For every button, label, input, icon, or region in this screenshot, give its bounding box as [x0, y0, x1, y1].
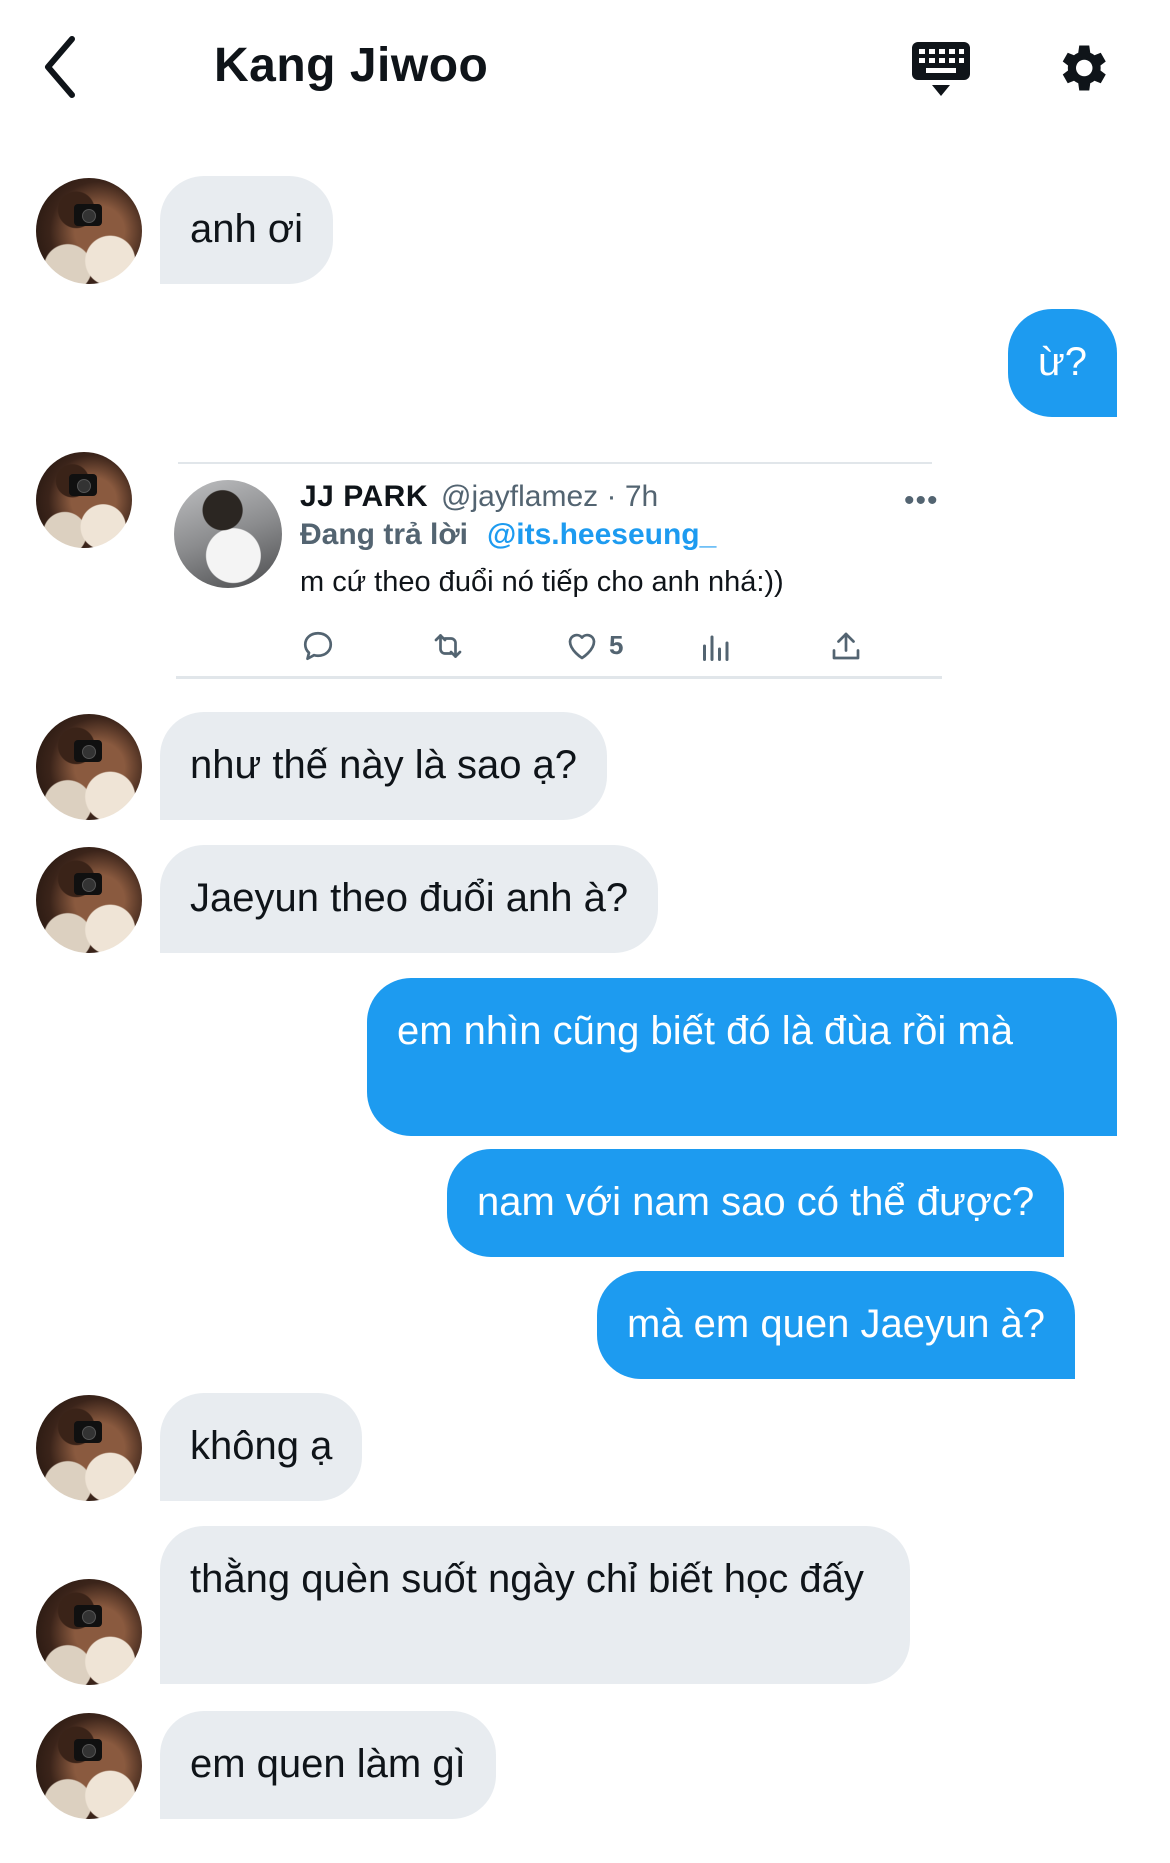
message-bubble[interactable]: mà em quen Jaeyun à? — [597, 1271, 1076, 1379]
message-bubble[interactable]: ừ? — [1008, 309, 1118, 417]
sender-avatar[interactable] — [36, 714, 142, 820]
sender-avatar[interactable] — [36, 1395, 142, 1501]
reply-icon[interactable] — [300, 628, 336, 664]
retweet-icon[interactable] — [430, 628, 466, 664]
message-bubble[interactable]: nam với nam sao có thể được? — [447, 1149, 1065, 1257]
sender-avatar[interactable] — [36, 1713, 142, 1819]
conversation-title: Kang Jiwoo — [214, 39, 489, 92]
sender-avatar[interactable] — [36, 847, 142, 953]
tweet-card-bottom-divider — [176, 676, 942, 679]
message-bubble[interactable]: thằng quèn suốt ngày chỉ biết học đấy — [160, 1526, 910, 1684]
more-options-icon[interactable]: ••• — [904, 484, 939, 518]
sender-avatar[interactable] — [36, 452, 132, 548]
sender-avatar[interactable] — [36, 178, 142, 284]
tweet-card-top-divider — [178, 462, 932, 464]
replying-to-mention[interactable]: @its.heeseung_ — [487, 518, 716, 552]
message-bubble[interactable]: em quen làm gì — [160, 1711, 496, 1819]
analytics-icon[interactable] — [697, 628, 733, 664]
replying-label: Đang trả lời — [300, 518, 469, 551]
sender-avatar[interactable] — [36, 1579, 142, 1685]
message-bubble[interactable]: Jaeyun theo đuổi anh à? — [160, 845, 659, 953]
tweet-author-name[interactable]: JJ PARK — [300, 480, 428, 514]
like-icon[interactable] — [564, 628, 600, 664]
message-bubble[interactable]: như thế này là sao ạ? — [160, 712, 608, 820]
message-bubble[interactable]: không ạ — [160, 1393, 363, 1501]
tweet-handle-time: @jayflamez · 7h — [441, 480, 659, 513]
message-bubble[interactable]: em nhìn cũng biết đó là đùa rồi mà — [367, 978, 1117, 1136]
tweet-author-avatar[interactable] — [174, 480, 282, 588]
message-bubble[interactable]: anh ơi — [160, 176, 333, 284]
share-icon[interactable] — [828, 628, 864, 664]
back-arrow-icon[interactable] — [40, 35, 100, 105]
tweet-text: m cứ theo đuổi nó tiếp cho anh nhá:)) — [300, 566, 784, 598]
gear-icon[interactable] — [1052, 38, 1112, 98]
keyboard-icon[interactable] — [910, 40, 972, 102]
like-count: 5 — [609, 630, 624, 660]
